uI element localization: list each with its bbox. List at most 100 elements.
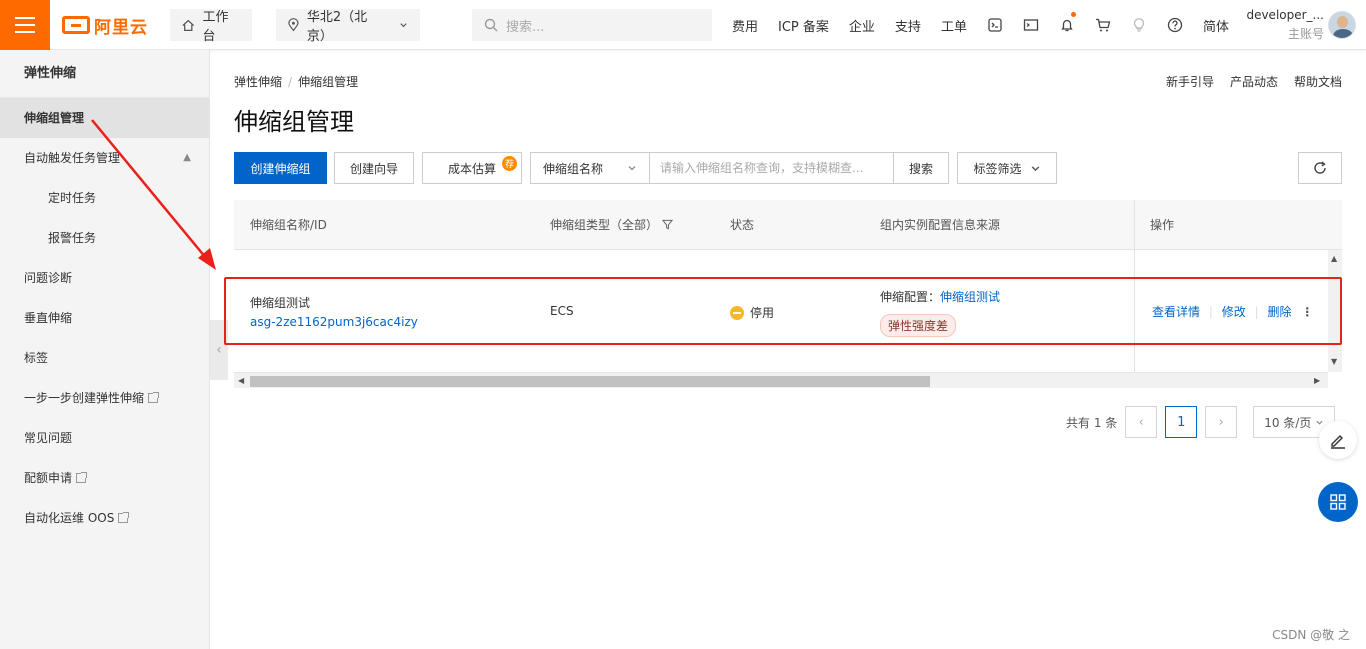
group-status: 停用 bbox=[730, 304, 774, 321]
sidebar-item-label: 自动化运维 OOS bbox=[24, 511, 115, 525]
scroll-right-icon[interactable]: ▶ bbox=[1314, 376, 1320, 385]
sidebar-collapse-handle[interactable]: ‹ bbox=[210, 320, 228, 380]
pagination: 共有 1 条 ‹ 1 › 10 条/页 bbox=[1066, 406, 1336, 438]
view-details-link[interactable]: 查看详情 bbox=[1152, 305, 1200, 319]
scroll-left-icon[interactable]: ◀ bbox=[238, 376, 244, 385]
filter-field-select[interactable]: 伸缩组名称 bbox=[530, 152, 650, 184]
sidebar-title: 弹性伸缩 bbox=[0, 50, 209, 98]
next-page-button[interactable]: › bbox=[1205, 406, 1238, 438]
search-icon bbox=[484, 18, 498, 32]
create-wizard-button[interactable]: 创建向导 bbox=[334, 152, 414, 184]
sidebar-item-scaling-groups[interactable]: 伸缩组管理 bbox=[0, 98, 209, 138]
aliyun-logo[interactable]: 阿里云 bbox=[62, 14, 148, 38]
lightbulb-icon[interactable] bbox=[1121, 0, 1157, 50]
sidebar-item-label: 配额申请 bbox=[24, 471, 73, 485]
tag-filter-button[interactable]: 标签筛选 bbox=[957, 152, 1057, 184]
workbench-label: 工作台 bbox=[202, 10, 229, 44]
sidebar-item-auto-tasks[interactable]: 自动触发任务管理 ▲ bbox=[0, 138, 209, 178]
sidebar-item-faq[interactable]: 常见问题 bbox=[0, 418, 209, 458]
global-search-placeholder: 搜索... bbox=[506, 19, 545, 35]
apps-grid-button[interactable] bbox=[1318, 482, 1358, 522]
external-link-icon bbox=[118, 512, 130, 523]
enterprise-link[interactable]: 企业 bbox=[839, 16, 885, 35]
breadcrumb-root[interactable]: 弹性伸缩 bbox=[234, 75, 282, 89]
delete-link[interactable]: 删除 bbox=[1267, 305, 1291, 319]
docs-link[interactable]: 帮助文档 bbox=[1294, 73, 1342, 90]
tag-filter-label: 标签筛选 bbox=[973, 161, 1022, 176]
avatar[interactable] bbox=[1328, 11, 1356, 39]
top-navbar: 阿里云 工作台 华北2（北京） 搜索... 费用 ICP 备案 企业 支持 工单… bbox=[0, 0, 1366, 50]
group-name: 伸缩组测试 bbox=[250, 296, 311, 310]
region-selector[interactable]: 华北2（北京） bbox=[276, 9, 420, 44]
sidebar-item-vertical-scaling[interactable]: 垂直伸缩 bbox=[0, 298, 209, 338]
action-separator: | bbox=[1254, 305, 1259, 319]
create-scaling-group-button[interactable]: 创建伸缩组 bbox=[234, 152, 327, 184]
column-name-id: 伸缩组名称/ID bbox=[250, 218, 327, 232]
terminal-icon[interactable] bbox=[1013, 0, 1049, 50]
product-news-link[interactable]: 产品动态 bbox=[1230, 73, 1278, 90]
ticket-link[interactable]: 工单 bbox=[931, 16, 977, 35]
group-search-input[interactable] bbox=[649, 152, 894, 184]
group-id-link[interactable]: asg-2ze1162pum3j6cac4izy bbox=[250, 315, 418, 329]
sidebar-item-diagnosis[interactable]: 问题诊断 bbox=[0, 258, 209, 298]
region-label: 华北2（北京） bbox=[306, 10, 368, 44]
scaling-group-table: 伸缩组名称/ID 伸缩组类型（全部） 状态 组内实例配置信息来源 操作 伸缩组测… bbox=[234, 200, 1342, 390]
hamburger-menu-button[interactable] bbox=[0, 0, 50, 50]
config-tag: 弹性强度差 bbox=[880, 314, 957, 337]
billing-link[interactable]: 费用 bbox=[722, 16, 768, 35]
scroll-down-icon[interactable]: ▼ bbox=[1331, 357, 1337, 366]
table-row: 伸缩组测试 asg-2ze1162pum3j6cac4izy ECS 停用 伸缩… bbox=[234, 278, 1334, 346]
logo-mark-icon bbox=[62, 16, 90, 34]
filter-funnel-icon[interactable] bbox=[661, 219, 673, 230]
sidebar-item-alarm-tasks[interactable]: 报警任务 bbox=[0, 218, 209, 258]
support-link[interactable]: 支持 bbox=[885, 16, 931, 35]
page-title: 伸缩组管理 bbox=[234, 108, 354, 136]
refresh-button[interactable] bbox=[1298, 152, 1342, 184]
vertical-scrollbar[interactable]: ▲ ▼ bbox=[1328, 250, 1342, 372]
sidebar: 弹性伸缩 伸缩组管理 自动触发任务管理 ▲ 定时任务 报警任务 问题诊断 垂直伸… bbox=[0, 50, 210, 649]
edit-pencil-icon bbox=[1331, 435, 1345, 449]
icp-link[interactable]: ICP 备案 bbox=[768, 16, 839, 35]
guide-link[interactable]: 新手引导 bbox=[1166, 73, 1214, 90]
config-source: 伸缩配置：伸缩组测试 bbox=[880, 288, 1000, 305]
prev-page-button[interactable]: ‹ bbox=[1125, 406, 1158, 438]
global-search[interactable]: 搜索... bbox=[472, 9, 712, 41]
feedback-button[interactable] bbox=[1319, 421, 1357, 459]
cost-estimate-label: 成本估算 bbox=[447, 161, 496, 176]
chevron-down-icon bbox=[1316, 420, 1323, 425]
chevron-left-icon: ‹ bbox=[1138, 414, 1144, 430]
scroll-up-icon[interactable]: ▲ bbox=[1331, 254, 1337, 263]
column-config-source: 组内实例配置信息来源 bbox=[880, 218, 1001, 232]
cart-icon[interactable] bbox=[1085, 0, 1121, 50]
cloud-shell-icon[interactable] bbox=[977, 0, 1013, 50]
home-icon bbox=[182, 19, 195, 31]
elasticity-weak-tag: 弹性强度差 bbox=[880, 314, 957, 337]
workbench-button[interactable]: 工作台 bbox=[170, 9, 252, 44]
table-header: 伸缩组名称/ID 伸缩组类型（全部） 状态 组内实例配置信息来源 操作 bbox=[234, 200, 1342, 250]
page-number-current[interactable]: 1 bbox=[1165, 406, 1198, 438]
bell-icon[interactable] bbox=[1049, 0, 1085, 50]
sidebar-item-quota[interactable]: 配额申请 bbox=[0, 458, 209, 498]
edit-link[interactable]: 修改 bbox=[1222, 305, 1246, 319]
breadcrumb-current: 伸缩组管理 bbox=[298, 75, 359, 89]
cost-estimate-button[interactable]: 成本估算 荐 bbox=[422, 152, 522, 184]
sidebar-item-scheduled-tasks[interactable]: 定时任务 bbox=[0, 178, 209, 218]
column-type[interactable]: 伸缩组类型（全部） bbox=[550, 200, 673, 250]
notification-dot bbox=[1070, 12, 1076, 17]
horizontal-scroll-thumb[interactable] bbox=[250, 376, 930, 387]
sidebar-item-tags[interactable]: 标签 bbox=[0, 338, 209, 378]
external-link-icon bbox=[76, 472, 88, 483]
horizontal-scrollbar[interactable]: ◀ ▶ bbox=[234, 372, 1328, 388]
search-button[interactable]: 搜索 bbox=[893, 152, 949, 184]
location-pin-icon bbox=[288, 18, 299, 32]
user-info[interactable]: developer_... 主账号 bbox=[1232, 8, 1324, 42]
column-status: 状态 bbox=[730, 218, 755, 232]
more-actions-icon[interactable]: ⋮ bbox=[1301, 305, 1313, 319]
sidebar-item-tutorial[interactable]: 一步一步创建弹性伸缩 bbox=[0, 378, 209, 418]
column-type-label: 伸缩组类型（全部） bbox=[550, 218, 659, 232]
config-link[interactable]: 伸缩组测试 bbox=[940, 290, 1000, 304]
sidebar-item-oos[interactable]: 自动化运维 OOS bbox=[0, 498, 209, 538]
status-label: 停用 bbox=[750, 306, 775, 320]
help-circle-icon[interactable] bbox=[1157, 0, 1193, 50]
group-type: ECS bbox=[550, 304, 574, 318]
